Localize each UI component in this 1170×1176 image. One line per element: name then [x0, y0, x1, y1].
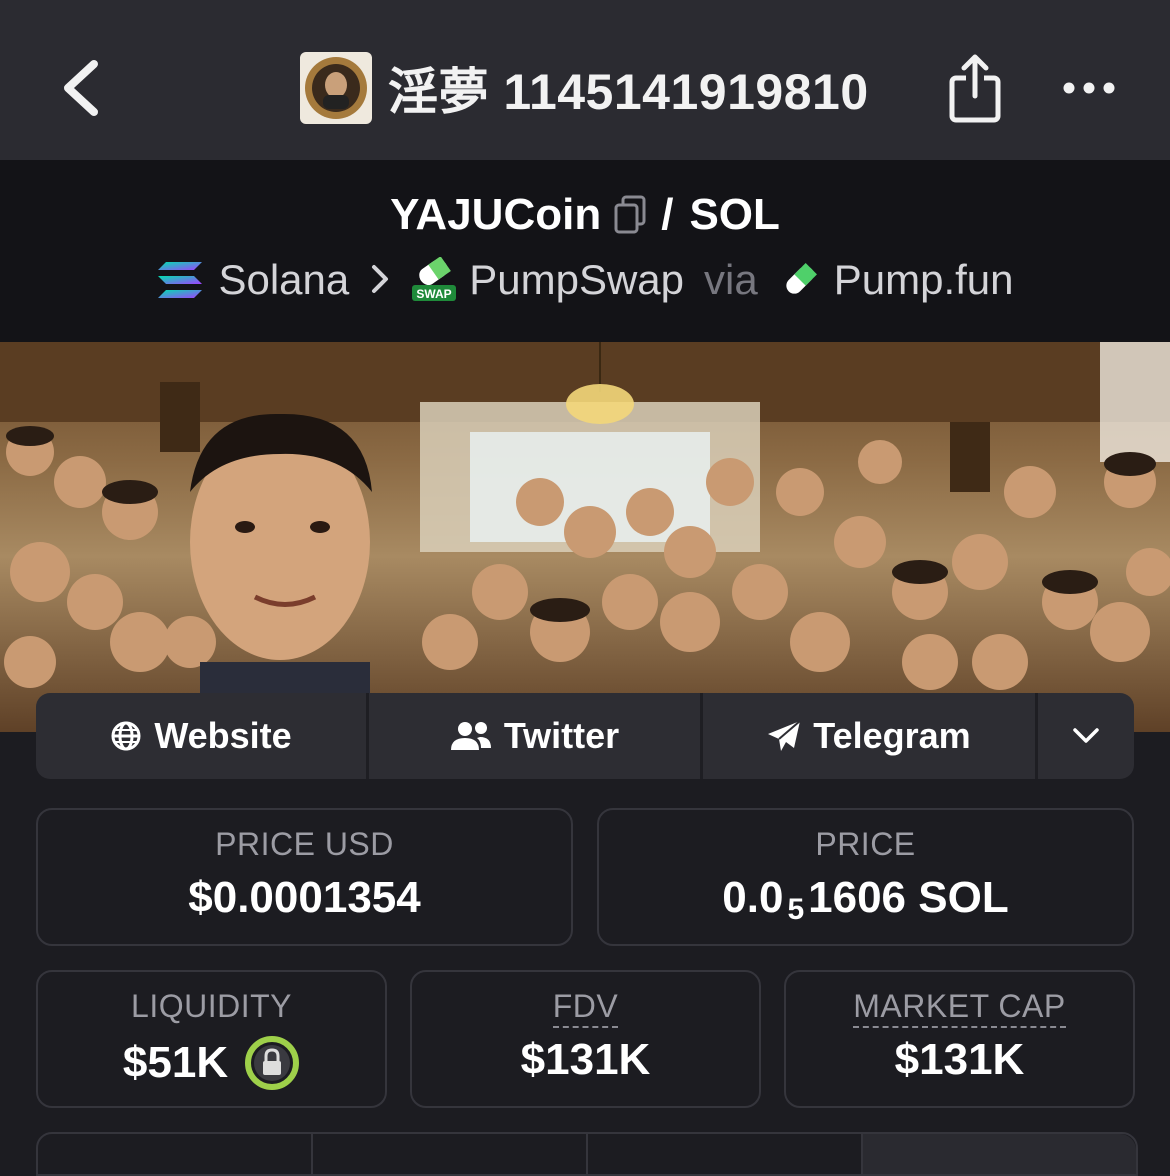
chevron-right-icon — [371, 256, 389, 304]
price-label: PRICE — [815, 826, 916, 862]
dex-link[interactable]: PumpSwap — [469, 256, 684, 304]
token-avatar — [300, 52, 372, 124]
price-zero-count: 5 — [787, 893, 805, 926]
globe-icon — [111, 721, 141, 751]
timeframe-tabs-partial — [36, 1132, 1138, 1176]
price-usd-label: PRICE USD — [215, 826, 394, 862]
fdv-label-wrap: FDV — [412, 988, 759, 1028]
mcap-label-wrap: MARKET CAP — [786, 988, 1133, 1028]
chain-link[interactable]: Solana — [218, 256, 349, 304]
telegram-label: Telegram — [813, 715, 971, 756]
pair-separator: / — [661, 190, 674, 239]
fdv-card: FDV $131K — [410, 970, 761, 1108]
base-token-symbol: YAJUCoin — [390, 190, 602, 239]
via-text: via — [704, 256, 758, 303]
chevron-down-icon — [1073, 728, 1099, 743]
back-chevron-icon[interactable] — [58, 58, 102, 118]
tab-partial-3[interactable] — [588, 1134, 863, 1174]
launchpad-link[interactable]: Pump.fun — [834, 256, 1014, 304]
twitter-button[interactable]: Twitter — [369, 693, 703, 779]
market-cap-value: $131K — [894, 1035, 1025, 1084]
market-cap-card: MARKET CAP $131K — [784, 970, 1135, 1108]
price-native-value: 0.0 5 1606 SOL — [599, 873, 1132, 926]
route-breadcrumb: Solana SWAP PumpSwap via Pump.fun — [0, 256, 1170, 304]
tab-partial-2[interactable] — [313, 1134, 588, 1174]
fdv-label[interactable]: FDV — [552, 988, 619, 1028]
price-prefix: 0.0 — [722, 873, 784, 922]
website-label: Website — [154, 715, 292, 756]
liquidity-row: $51K — [38, 1035, 385, 1091]
swap-badge-text: SWAP — [417, 287, 452, 301]
liquidity-label: LIQUIDITY — [131, 988, 292, 1024]
price-suffix: 1606 SOL — [808, 873, 1009, 922]
top-bar: 淫夢 1145141919810 — [0, 0, 1170, 160]
coin-logo-icon — [305, 57, 367, 119]
twitter-label: Twitter — [503, 715, 620, 756]
website-button[interactable]: Website — [36, 693, 369, 779]
liquidity-card: LIQUIDITY $51K — [36, 970, 387, 1108]
price-usd-value: $0.0001354 — [188, 873, 421, 922]
page-title: 淫夢 1145141919810 — [388, 64, 869, 120]
banner-collage-illustration — [0, 342, 1170, 732]
tab-partial-4[interactable] — [863, 1134, 1136, 1174]
pumpfun-pill-icon — [786, 263, 817, 294]
telegram-button[interactable]: Telegram — [703, 693, 1038, 779]
liquidity-lock-icon[interactable] — [244, 1035, 300, 1091]
more-links-dropdown[interactable] — [1038, 693, 1134, 779]
pumpswap-icon: SWAP — [412, 257, 457, 301]
fdv-value: $131K — [520, 1035, 651, 1084]
users-icon — [450, 722, 491, 750]
pair-title: YAJUCoin / SOL — [0, 190, 1170, 240]
price-usd-card: PRICE USD $0.0001354 — [36, 808, 573, 946]
social-links-bar: Website Twitter Telegram — [36, 693, 1134, 779]
token-banner-image — [0, 342, 1170, 732]
price-native-card: PRICE 0.0 5 1606 SOL — [597, 808, 1134, 946]
liquidity-value: $51K — [122, 1038, 229, 1087]
pair-header: YAJUCoin / SOL Solana SWAP PumpSwap via … — [0, 160, 1170, 342]
share-icon[interactable] — [948, 52, 1002, 124]
solana-icon — [158, 262, 203, 298]
paper-plane-icon — [768, 720, 801, 751]
token-title: 淫夢 1145141919810 — [300, 52, 869, 124]
copy-icon[interactable] — [613, 195, 647, 235]
more-options-icon[interactable] — [1062, 76, 1116, 100]
tab-partial-1[interactable] — [38, 1134, 313, 1174]
quote-token-symbol: SOL — [689, 190, 780, 239]
market-cap-label[interactable]: MARKET CAP — [853, 988, 1066, 1028]
